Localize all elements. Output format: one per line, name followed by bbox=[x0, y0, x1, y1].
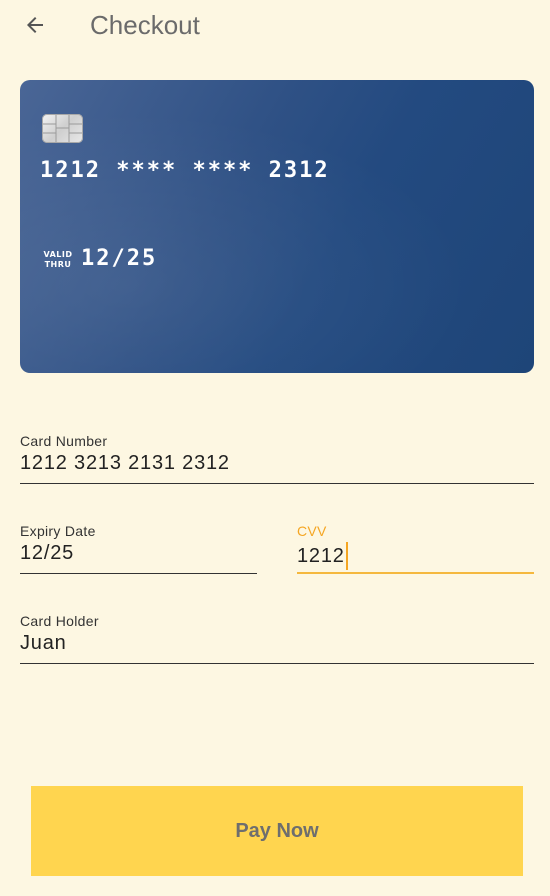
card-holder-field[interactable]: Card Holder Juan bbox=[20, 613, 534, 664]
cvv-input[interactable]: 1212 bbox=[297, 542, 348, 570]
card-number-input[interactable]: 1212 3213 2131 2312 bbox=[20, 452, 230, 475]
arrow-left-icon bbox=[27, 17, 43, 33]
page-title: Checkout bbox=[90, 10, 200, 40]
back-button[interactable] bbox=[16, 6, 54, 44]
expiry-date-input[interactable]: 12/25 bbox=[20, 542, 74, 565]
card-chip-icon bbox=[42, 114, 83, 143]
expiry-date-field[interactable]: Expiry Date 12/25 bbox=[20, 523, 257, 574]
card-number-label: Card Number bbox=[20, 433, 108, 449]
valid-thru-label: VALID THRU bbox=[43, 250, 73, 269]
card-number-field[interactable]: Card Number 1212 3213 2131 2312 bbox=[20, 433, 534, 484]
expiry-date-label: Expiry Date bbox=[20, 523, 96, 539]
card-holder-input[interactable]: Juan bbox=[20, 632, 67, 655]
app-bar: Checkout bbox=[0, 0, 550, 50]
credit-card-preview: 1212 **** **** 2312 VALID THRU 12/25 bbox=[20, 80, 534, 373]
card-expiry: 12/25 bbox=[81, 246, 158, 271]
cvv-label: CVV bbox=[297, 523, 327, 539]
cvv-value: 1212 bbox=[297, 544, 345, 567]
text-cursor bbox=[345, 542, 348, 570]
card-masked-number: 1212 **** **** 2312 bbox=[40, 158, 330, 183]
card-holder-label: Card Holder bbox=[20, 613, 99, 629]
pay-now-button[interactable]: Pay Now bbox=[31, 786, 523, 876]
cvv-field[interactable]: CVV 1212 bbox=[297, 523, 534, 574]
